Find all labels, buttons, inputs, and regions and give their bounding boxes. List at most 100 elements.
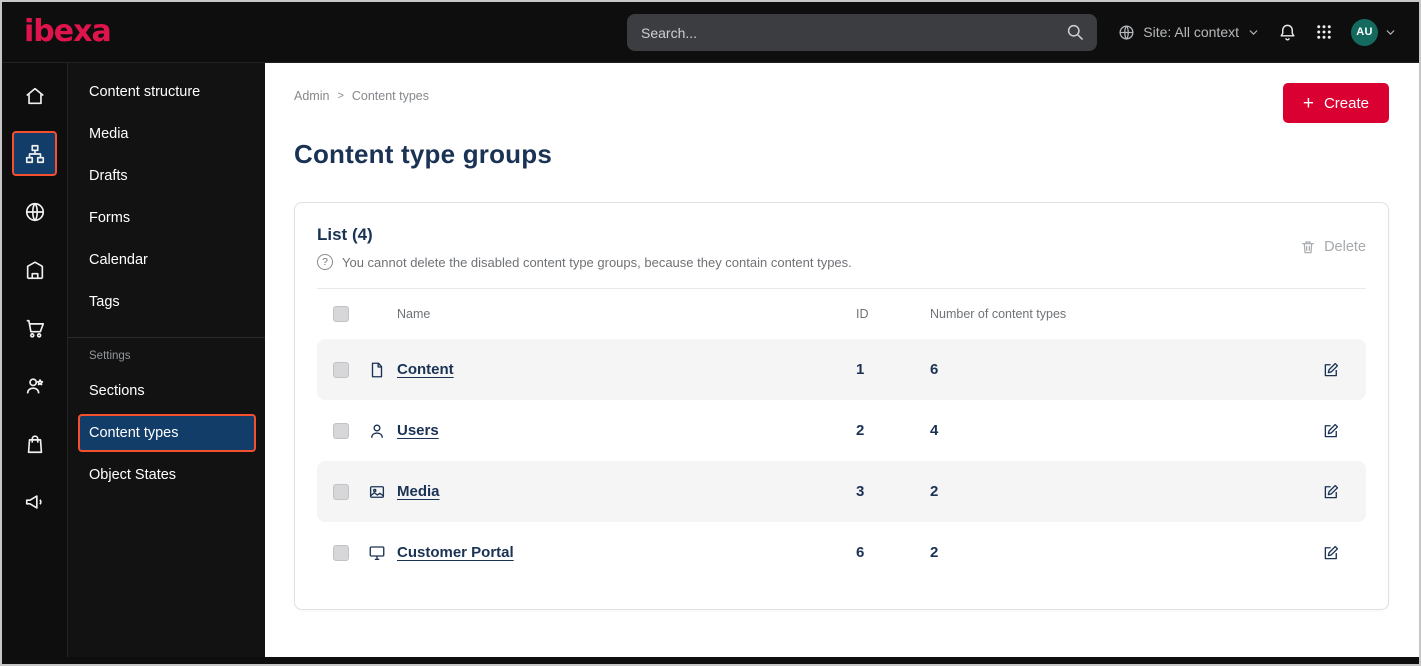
row-checkbox[interactable] (333, 422, 349, 439)
sidebar-item-tags[interactable]: Tags (68, 281, 265, 323)
row-count: 2 (930, 544, 939, 561)
row-id: 2 (856, 422, 865, 439)
breadcrumb-separator: > (337, 90, 344, 102)
trash-icon (1300, 239, 1316, 255)
site-globe-icon (24, 201, 46, 223)
row-checkbox[interactable] (333, 483, 349, 500)
sidebar: Content structure Media Drafts Forms Cal… (67, 63, 265, 657)
table-header: Name ID Number of content types (317, 289, 1366, 339)
global-search (627, 14, 1097, 51)
site-context-selector[interactable]: Site: All context (1118, 24, 1260, 41)
user-menu[interactable]: AU (1351, 18, 1397, 46)
create-button[interactable]: + Create (1282, 83, 1389, 123)
monitor-icon (368, 544, 397, 562)
sidebar-item-sections[interactable]: Sections (68, 370, 265, 412)
header-name: Name (397, 307, 431, 321)
table-row-content: Content 1 6 (317, 339, 1366, 400)
image-icon (368, 483, 397, 501)
edit-icon (1322, 422, 1340, 440)
row-count: 4 (930, 422, 939, 439)
customer-icon (24, 375, 46, 397)
file-icon (368, 361, 397, 379)
cart-icon (24, 317, 46, 339)
app-grid-button[interactable] (1315, 23, 1333, 41)
list-info-text: You cannot delete the disabled content t… (342, 254, 852, 270)
sidebar-item-media[interactable]: Media (68, 113, 265, 155)
rail-item-customers[interactable] (12, 363, 57, 408)
group-link-customer-portal[interactable]: Customer Portal (397, 544, 514, 561)
globe-icon (1118, 24, 1135, 41)
breadcrumb-content-types[interactable]: Content types (352, 89, 429, 103)
rail-item-building[interactable] (12, 247, 57, 292)
row-id: 1 (856, 361, 865, 378)
delete-button-label: Delete (1324, 239, 1366, 255)
edit-button[interactable] (1322, 361, 1350, 379)
icon-rail (2, 63, 67, 657)
edit-icon (1322, 361, 1340, 379)
search-input[interactable] (627, 14, 1097, 51)
edit-icon (1322, 544, 1340, 562)
breadcrumb-admin[interactable]: Admin (294, 89, 329, 103)
edit-icon (1322, 483, 1340, 501)
help-icon: ? (317, 254, 333, 270)
table-row-users: Users 2 4 (317, 400, 1366, 461)
row-count: 6 (930, 361, 939, 378)
edit-button[interactable] (1322, 544, 1350, 562)
user-icon (368, 422, 397, 440)
sidebar-item-object-states[interactable]: Object States (68, 454, 265, 496)
chevron-down-icon (1247, 26, 1260, 39)
body: Content structure Media Drafts Forms Cal… (2, 63, 1419, 657)
delete-button[interactable]: Delete (1300, 239, 1366, 255)
list-info: ? You cannot delete the disabled content… (317, 254, 852, 270)
group-link-content[interactable]: Content (397, 361, 454, 378)
product-bag-icon (24, 433, 46, 455)
sidebar-item-content-types[interactable]: Content types (78, 414, 256, 452)
group-link-media[interactable]: Media (397, 483, 440, 500)
row-id: 6 (856, 544, 865, 561)
app-grid-icon (1315, 23, 1333, 41)
select-all-checkbox[interactable] (333, 306, 349, 322)
notifications-button[interactable] (1278, 23, 1297, 42)
app-window: ibexa Site: All context (0, 0, 1421, 666)
sidebar-settings-heading: Settings (89, 350, 131, 362)
rail-item-marketing[interactable] (12, 479, 57, 524)
table-row-media: Media 3 2 (317, 461, 1366, 522)
list-card: List (4) ? You cannot delete the disable… (294, 202, 1389, 610)
header-id: ID (856, 307, 869, 321)
site-context-label: Site: All context (1143, 24, 1239, 40)
avatar: AU (1351, 18, 1378, 46)
row-checkbox[interactable] (333, 544, 349, 561)
rail-item-commerce[interactable] (12, 305, 57, 350)
sidebar-item-calendar[interactable]: Calendar (68, 239, 265, 281)
row-id: 3 (856, 483, 865, 500)
rail-item-content-structure[interactable] (12, 131, 57, 176)
group-link-users[interactable]: Users (397, 422, 439, 439)
sidebar-item-content-structure[interactable]: Content structure (68, 71, 265, 113)
rail-item-home[interactable] (12, 73, 57, 118)
sidebar-settings-section: Settings Sections Content types Object S… (68, 337, 265, 496)
megaphone-icon (24, 491, 46, 513)
page-title: Content type groups (294, 139, 553, 169)
bell-icon (1278, 23, 1297, 42)
create-button-label: Create (1323, 94, 1369, 112)
edit-button[interactable] (1322, 483, 1350, 501)
rail-item-site[interactable] (12, 189, 57, 234)
search-icon[interactable] (1065, 22, 1085, 42)
rail-item-product-catalog[interactable] (12, 421, 57, 466)
main-content: Admin > Content types + Create Content t… (265, 63, 1419, 657)
content-structure-icon (24, 143, 46, 165)
ibexa-logo[interactable]: ibexa (24, 17, 112, 47)
sidebar-item-forms[interactable]: Forms (68, 197, 265, 239)
bottom-strip (2, 657, 1419, 664)
home-icon (24, 85, 46, 107)
row-checkbox[interactable] (333, 361, 349, 378)
breadcrumb: Admin > Content types (294, 89, 429, 103)
plus-icon: + (1302, 92, 1314, 114)
edit-button[interactable] (1322, 422, 1350, 440)
header-count: Number of content types (930, 307, 1067, 321)
topbar: ibexa Site: All context (2, 2, 1419, 63)
table-body: Content 1 6 Users 2 4 Media 3 2 Customer… (317, 339, 1366, 583)
sidebar-item-drafts[interactable]: Drafts (68, 155, 265, 197)
building-icon (24, 259, 46, 281)
list-title: List (4) (317, 225, 373, 244)
